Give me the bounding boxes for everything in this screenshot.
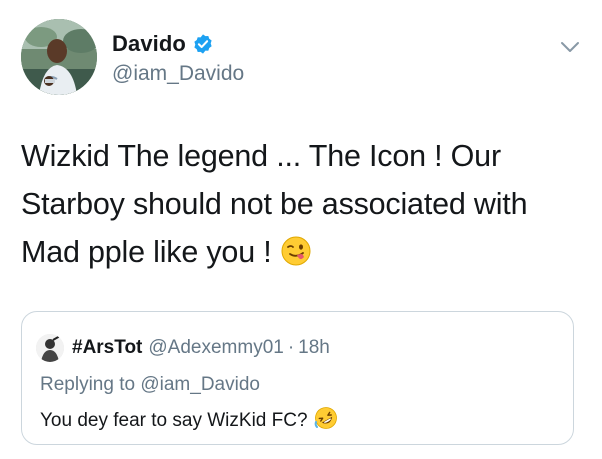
quoted-tweet[interactable]: #ArsTot @Adexemmy01 · 18h Replying to @i…: [21, 311, 574, 445]
chevron-down-icon[interactable]: [560, 40, 580, 54]
author-row: Davido: [112, 31, 214, 57]
quoted-text: You dey fear to say WizKid FC?: [40, 406, 338, 436]
replying-to: Replying to @iam_Davido: [40, 374, 260, 396]
author-name[interactable]: Davido: [112, 31, 186, 57]
tweet-text: Wizkid The legend ... The Icon ! Our Sta…: [21, 132, 581, 281]
time-separator: ·: [287, 337, 295, 358]
tweet-line-3: Mad pple like you !: [21, 228, 581, 281]
author-handle[interactable]: @iam_Davido: [112, 62, 244, 86]
replying-prefix: Replying to: [40, 374, 136, 395]
quoted-author-handle[interactable]: @Adexemmy01: [148, 337, 283, 359]
tweet-line-3-text: Mad pple like you !: [21, 235, 272, 269]
avatar[interactable]: [21, 19, 97, 95]
tweet-line-1: Wizkid The legend ... The Icon ! Our: [21, 139, 501, 173]
quoted-author-row: #ArsTot @Adexemmy01 · 18h: [36, 334, 330, 362]
smirk-tongue-emoji-icon: [280, 233, 312, 281]
verified-badge-icon: [192, 33, 214, 55]
tweet-card: Davido @iam_Davido Wizkid The legend ...…: [0, 0, 602, 459]
replying-handle[interactable]: @iam_Davido: [140, 374, 260, 395]
quoted-author-name[interactable]: #ArsTot: [72, 337, 142, 359]
tweet-line-2: Starboy should not be associated with: [21, 187, 528, 221]
quoted-text-body: You dey fear to say WizKid FC?: [40, 410, 308, 431]
quoted-avatar[interactable]: [36, 334, 64, 362]
rolling-laughing-emoji-icon: [314, 406, 338, 436]
quoted-timestamp[interactable]: 18h: [298, 337, 330, 359]
